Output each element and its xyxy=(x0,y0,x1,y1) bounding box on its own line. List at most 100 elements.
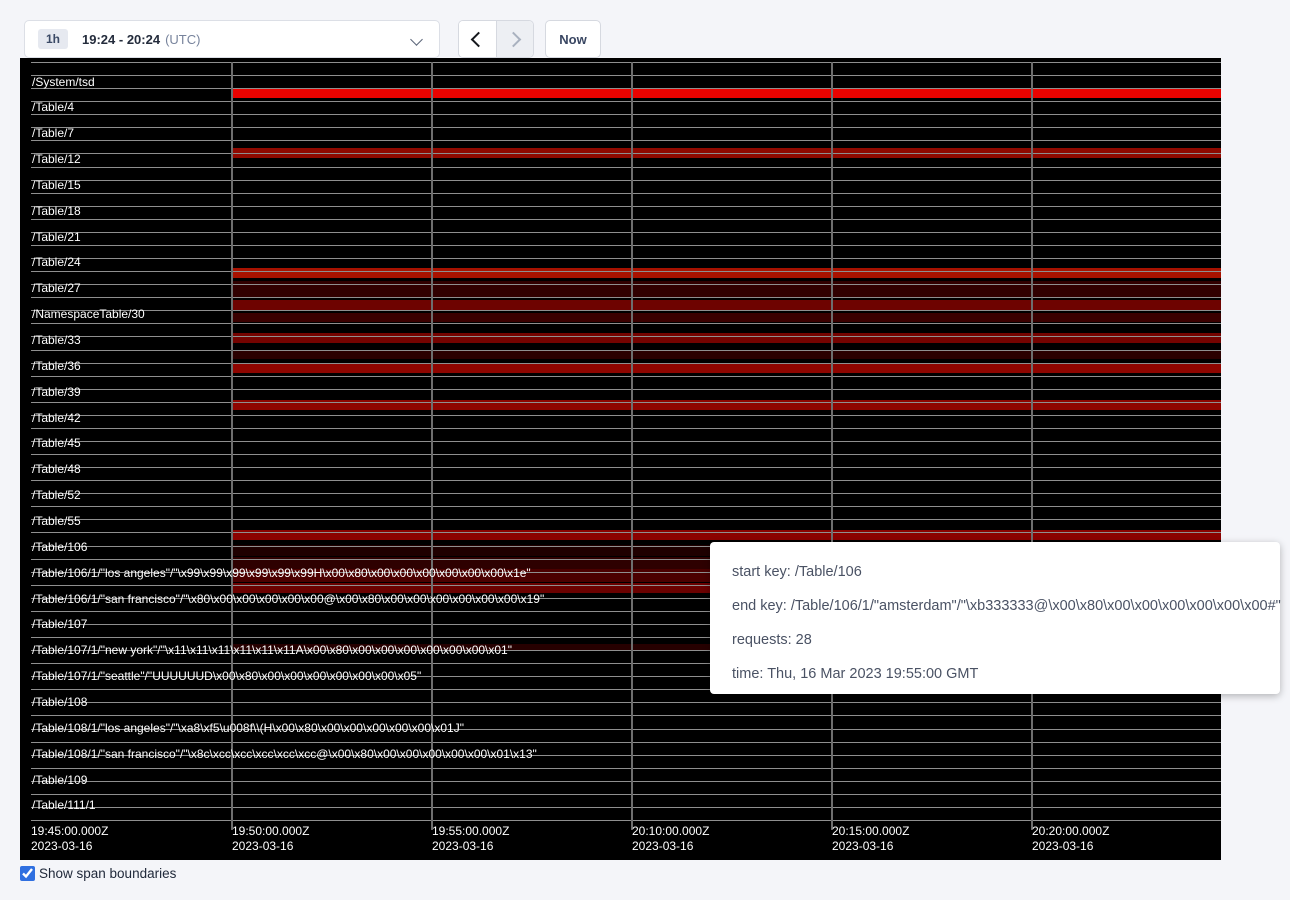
tooltip-end-key: end key: /Table/106/1/"amsterdam"/"\xb33… xyxy=(732,589,1280,623)
key-visualizer-heatmap[interactable]: /System/tsd/Table/4/Table/7/Table/12/Tab… xyxy=(20,58,1221,860)
axis-time: 19:50:00.000Z xyxy=(232,824,309,839)
axis-time-label: 19:50:00.000Z2023-03-16 xyxy=(232,824,309,854)
span-boundary-line xyxy=(31,140,1221,141)
span-key-label: /Table/45 xyxy=(32,437,81,450)
heat-band[interactable] xyxy=(231,363,1221,373)
span-boundary-line xyxy=(31,336,1221,337)
span-key-label: /Table/42 xyxy=(32,412,81,425)
time-nav-group xyxy=(458,20,534,58)
span-key-label: /Table/55 xyxy=(32,515,81,528)
span-boundary-line xyxy=(31,180,1221,181)
span-boundary-line xyxy=(31,532,1221,533)
axis-time-label: 20:20:00.000Z2023-03-16 xyxy=(1032,824,1109,854)
span-boundary-line xyxy=(31,702,1221,703)
span-boundary-line xyxy=(31,75,1221,76)
span-key-label: /Table/106/1/"los angeles"/"\x99\x99\x99… xyxy=(32,567,531,580)
axis-time: 20:15:00.000Z xyxy=(832,824,909,839)
now-button[interactable]: Now xyxy=(545,20,601,58)
span-boundary-line xyxy=(31,376,1221,377)
axis-time: 19:45:00.000Z xyxy=(31,824,108,839)
range-text: 19:24 - 20:24 xyxy=(82,32,160,47)
axis-time-label: 19:45:00.000Z2023-03-16 xyxy=(31,824,108,854)
heat-band[interactable] xyxy=(231,333,1221,343)
span-key-label: /Table/109 xyxy=(32,774,87,787)
axis-time-label: 20:10:00.000Z2023-03-16 xyxy=(632,824,709,854)
heat-band[interactable] xyxy=(231,88,1221,98)
span-boundary-line xyxy=(31,206,1221,207)
span-boundary-line xyxy=(31,454,1221,455)
span-key-label: /Table/24 xyxy=(32,256,81,269)
span-key-label: /Table/15 xyxy=(32,179,81,192)
span-boundary-line xyxy=(31,715,1221,716)
span-boundary-line xyxy=(31,232,1221,233)
span-boundary-line xyxy=(31,153,1221,154)
span-boundary-line xyxy=(31,245,1221,246)
time-range-picker[interactable]: 1h 19:24 - 20:24 (UTC) xyxy=(24,20,440,58)
axis-time: 19:55:00.000Z xyxy=(432,824,509,839)
key-visualizer-page: 1h 19:24 - 20:24 (UTC) Now /System/tsd/T… xyxy=(0,0,1290,900)
span-key-label: /Table/106 xyxy=(32,541,87,554)
span-boundary-line xyxy=(31,284,1221,285)
span-boundary-line xyxy=(31,506,1221,507)
next-range-button-disabled[interactable] xyxy=(497,21,534,57)
prev-range-button[interactable] xyxy=(459,21,497,57)
span-key-label: /Table/108 xyxy=(32,696,87,709)
span-boundary-line xyxy=(31,480,1221,481)
span-tooltip: start key: /Table/106 end key: /Table/10… xyxy=(710,542,1280,694)
span-boundary-line xyxy=(31,519,1221,520)
range-duration-badge: 1h xyxy=(38,29,68,49)
time-gridline xyxy=(1031,62,1033,830)
time-gridline xyxy=(631,62,633,830)
axis-date: 2023-03-16 xyxy=(1032,839,1109,854)
span-key-label: /Table/106/1/"san francisco"/"\x80\x00\x… xyxy=(32,593,544,606)
span-boundary-line xyxy=(31,363,1221,364)
show-span-boundaries-label: Show span boundaries xyxy=(39,866,176,881)
span-boundary-line xyxy=(31,768,1221,769)
footer-controls: Show span boundaries xyxy=(20,866,176,881)
chevron-left-icon xyxy=(471,31,487,47)
span-boundary-line xyxy=(31,428,1221,429)
range-timezone: (UTC) xyxy=(165,32,200,47)
tooltip-start-key: start key: /Table/106 xyxy=(732,555,1280,589)
tooltip-requests: requests: 28 xyxy=(732,623,1280,657)
time-gridline xyxy=(831,62,833,830)
span-key-label: /Table/107/1/"seattle"/"UUUUUUD\x00\x80\… xyxy=(32,670,421,683)
time-gridline xyxy=(231,62,233,830)
span-boundary-line xyxy=(31,781,1221,782)
span-boundary-line xyxy=(31,402,1221,403)
time-gridline xyxy=(431,62,433,830)
span-boundary-line xyxy=(31,114,1221,115)
heat-band[interactable] xyxy=(231,268,1221,278)
span-boundary-line xyxy=(31,297,1221,298)
span-boundary-line xyxy=(31,258,1221,259)
axis-date: 2023-03-16 xyxy=(31,839,108,854)
span-boundary-line xyxy=(31,742,1221,743)
span-key-label: /System/tsd xyxy=(32,76,95,89)
span-key-label: /Table/111/1 xyxy=(32,799,96,812)
axis-time: 20:20:00.000Z xyxy=(1032,824,1109,839)
heat-band[interactable] xyxy=(231,300,1221,310)
span-key-label: /Table/4 xyxy=(32,101,74,114)
span-boundary-line xyxy=(31,193,1221,194)
span-boundary-line xyxy=(31,62,1221,63)
span-key-label: /Table/108/1/"los angeles"/"\xa8\xf5\u00… xyxy=(32,722,464,735)
span-boundary-line xyxy=(31,441,1221,442)
heat-band[interactable] xyxy=(231,351,1221,359)
span-key-label: /Table/48 xyxy=(32,463,81,476)
span-boundary-line xyxy=(31,88,1221,89)
span-key-label: /NamespaceTable/30 xyxy=(32,308,145,321)
span-key-label: /Table/108/1/"san francisco"/"\x8c\xcc\x… xyxy=(32,748,537,761)
axis-date: 2023-03-16 xyxy=(832,839,909,854)
span-key-label: /Table/12 xyxy=(32,153,81,166)
show-span-boundaries-checkbox[interactable] xyxy=(20,866,35,881)
span-boundary-line xyxy=(31,167,1221,168)
span-boundary-line xyxy=(31,271,1221,272)
span-key-label: /Table/107/1/"new york"/"\x11\x11\x11\x1… xyxy=(32,644,512,657)
heat-band[interactable] xyxy=(231,313,1221,322)
span-boundary-line xyxy=(31,101,1221,102)
span-boundary-line xyxy=(31,350,1221,351)
span-key-label: /Table/21 xyxy=(32,231,81,244)
axis-time: 20:10:00.000Z xyxy=(632,824,709,839)
chevron-right-icon xyxy=(505,31,521,47)
span-boundary-line xyxy=(31,807,1221,808)
